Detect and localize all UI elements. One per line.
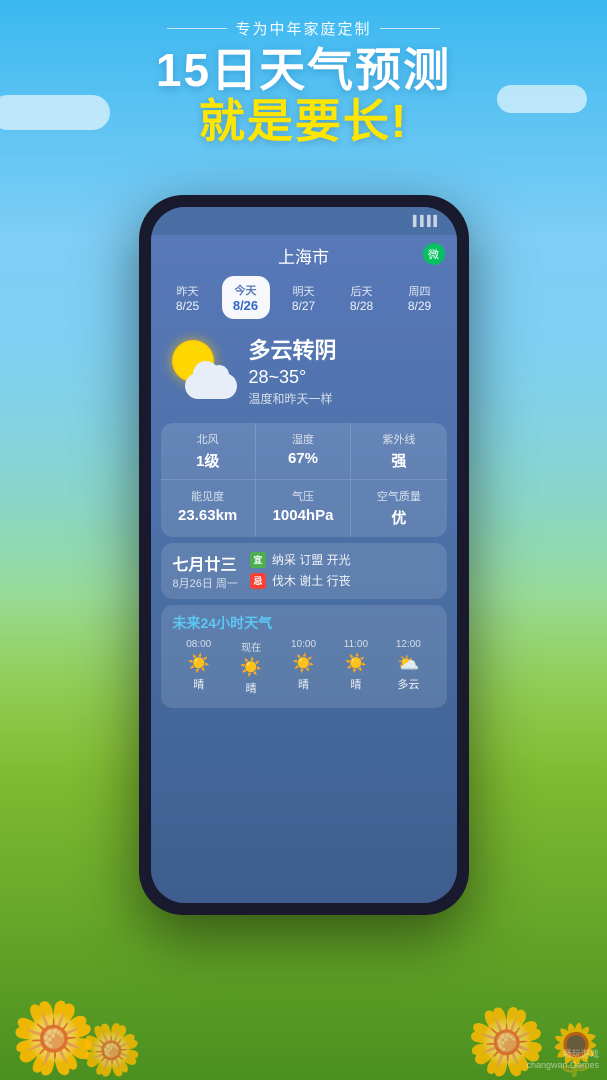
tab-yesterday[interactable]: 昨天 8/25 bbox=[164, 279, 212, 317]
stats-grid: 北风 1级 湿度 67% 紫外线 强 能见度 23.63km 气压 1004 bbox=[161, 423, 447, 537]
stat-uv-value: 强 bbox=[361, 450, 436, 471]
hour-weather-1: 晴 bbox=[225, 680, 277, 696]
main-title-2: 就是要长! bbox=[0, 96, 607, 147]
hour-weather-2: 晴 bbox=[277, 676, 329, 692]
bad-row: 忌 伐木 谢土 行丧 bbox=[250, 572, 435, 589]
hour-weather-0: 晴 bbox=[173, 676, 225, 692]
city-header: 上海市 微 bbox=[151, 235, 457, 272]
tab-thursday-date: 8/29 bbox=[404, 299, 436, 313]
stat-pressure-value: 1004hPa bbox=[266, 507, 340, 524]
weather-main: 多云转阴 28~35° 温度和昨天一样 bbox=[151, 323, 457, 417]
subtitle-line-right bbox=[380, 28, 440, 29]
future-weather: 未来24小时天气 08:00 ☀️ 晴 现在 ☀️ 晴 10:00 ☀️ bbox=[161, 605, 447, 708]
stat-wind-value: 1级 bbox=[171, 450, 245, 471]
auspicious-col: 宜 纳采 订盟 开光 忌 伐木 谢土 行丧 bbox=[250, 551, 435, 589]
tab-thursday-label: 周四 bbox=[404, 283, 436, 299]
hour-col-1: 现在 ☀️ 晴 bbox=[225, 639, 277, 700]
stat-visibility: 能见度 23.63km bbox=[161, 480, 256, 537]
hour-time-3: 11:00 bbox=[330, 639, 382, 650]
watermark: 畅玩游戏 changwan.Games bbox=[526, 1049, 599, 1072]
tab-thursday[interactable]: 周四 8/29 bbox=[396, 279, 444, 317]
hour-icon-2: ☀️ bbox=[277, 653, 329, 674]
weather-info: 多云转阴 28~35° 温度和昨天一样 bbox=[249, 333, 441, 407]
stat-humidity: 湿度 67% bbox=[256, 423, 351, 480]
hour-icon-4: ⛅ bbox=[382, 653, 434, 674]
phone-screen: ▐▐▐ ▌ 上海市 微 昨天 8/25 今天 8/26 bbox=[151, 207, 457, 903]
city-name: 上海市 bbox=[278, 248, 329, 267]
hour-icon-1: ☀️ bbox=[225, 657, 277, 678]
hour-time-4: 12:00 bbox=[382, 639, 434, 650]
calendar-section: 七月廿三 8月26日 周一 宜 纳采 订盟 开光 忌 伐木 谢土 行丧 bbox=[161, 543, 447, 599]
watermark-line2: changwan.Games bbox=[526, 1060, 599, 1072]
hour-col-2: 10:00 ☀️ 晴 bbox=[277, 639, 329, 700]
hour-col-4: 12:00 ⛅ 多云 bbox=[382, 639, 434, 700]
subtitle-line: 专为中年家庭定制 bbox=[0, 18, 607, 39]
stat-humidity-label: 湿度 bbox=[266, 431, 340, 447]
status-bar: ▐▐▐ ▌ bbox=[151, 207, 457, 235]
watermark-line1: 畅玩游戏 bbox=[526, 1049, 599, 1061]
top-section: 专为中年家庭定制 15日天气预测 就是要长! bbox=[0, 18, 607, 146]
weather-description: 多云转阴 bbox=[249, 333, 441, 365]
stat-uv: 紫外线 强 bbox=[351, 423, 446, 480]
stat-wind: 北风 1级 bbox=[161, 423, 256, 480]
status-icons: ▐▐▐ ▌ bbox=[409, 216, 440, 227]
hour-time-0: 08:00 bbox=[173, 639, 225, 650]
cloud-icon bbox=[185, 373, 237, 399]
tab-day-after-date: 8/28 bbox=[346, 299, 378, 313]
tab-day-after-label: 后天 bbox=[346, 283, 378, 299]
subtitle-text: 专为中年家庭定制 bbox=[235, 18, 371, 39]
bad-items: 伐木 谢土 行丧 bbox=[272, 572, 351, 589]
tab-tomorrow-label: 明天 bbox=[288, 283, 320, 299]
tab-tomorrow-date: 8/27 bbox=[288, 299, 320, 313]
stat-visibility-value: 23.63km bbox=[171, 507, 245, 524]
stat-air-value: 优 bbox=[361, 507, 436, 528]
subtitle-line-left bbox=[167, 28, 227, 29]
stat-air-quality: 空气质量 优 bbox=[351, 480, 446, 537]
main-title-1: 15日天气预测 bbox=[0, 45, 607, 96]
tab-yesterday-label: 昨天 bbox=[172, 283, 204, 299]
hour-time-2: 10:00 bbox=[277, 639, 329, 650]
tab-tomorrow[interactable]: 明天 8/27 bbox=[280, 279, 328, 317]
hour-time-1: 现在 bbox=[225, 639, 277, 654]
tab-today-label: 今天 bbox=[232, 282, 260, 298]
solar-date: 8月26日 周一 bbox=[173, 575, 238, 591]
lunar-day: 七月廿三 bbox=[173, 551, 238, 575]
stat-visibility-label: 能见度 bbox=[171, 488, 245, 504]
tab-today[interactable]: 今天 8/26 bbox=[222, 276, 270, 319]
hour-icon-3: ☀️ bbox=[330, 653, 382, 674]
good-items: 纳采 订盟 开光 bbox=[272, 551, 351, 568]
stat-pressure-label: 气压 bbox=[266, 488, 340, 504]
wechat-icon[interactable]: 微 bbox=[423, 243, 445, 265]
hour-weather-4: 多云 bbox=[382, 676, 434, 692]
future-weather-title: 未来24小时天气 bbox=[173, 613, 435, 633]
stat-air-label: 空气质量 bbox=[361, 488, 436, 504]
tab-today-date: 8/26 bbox=[232, 298, 260, 313]
stat-pressure: 气压 1004hPa bbox=[256, 480, 351, 537]
bad-badge: 忌 bbox=[250, 573, 266, 589]
stat-wind-label: 北风 bbox=[171, 431, 245, 447]
hour-icon-0: ☀️ bbox=[173, 653, 225, 674]
hour-col-0: 08:00 ☀️ 晴 bbox=[173, 639, 225, 700]
weather-icon-area bbox=[167, 335, 237, 405]
tab-day-after[interactable]: 后天 8/28 bbox=[338, 279, 386, 317]
hour-weather-3: 晴 bbox=[330, 676, 382, 692]
stat-uv-label: 紫外线 bbox=[361, 431, 436, 447]
good-row: 宜 纳采 订盟 开光 bbox=[250, 551, 435, 568]
hour-col-3: 11:00 ☀️ 晴 bbox=[330, 639, 382, 700]
day-tabs: 昨天 8/25 今天 8/26 明天 8/27 后天 8/28 周四 8/2 bbox=[151, 272, 457, 323]
good-badge: 宜 bbox=[250, 552, 266, 568]
weather-app: 上海市 微 昨天 8/25 今天 8/26 明天 8/27 bbox=[151, 235, 457, 903]
dandelion-2: 🌼 bbox=[80, 1021, 142, 1080]
temperature-note: 温度和昨天一样 bbox=[249, 390, 441, 407]
temperature-range: 28~35° bbox=[249, 367, 441, 388]
future-hours: 08:00 ☀️ 晴 现在 ☀️ 晴 10:00 ☀️ 晴 bbox=[173, 639, 435, 700]
tab-yesterday-date: 8/25 bbox=[172, 299, 204, 313]
phone-frame: ▐▐▐ ▌ 上海市 微 昨天 8/25 今天 8/26 bbox=[139, 195, 469, 915]
stat-humidity-value: 67% bbox=[266, 450, 340, 467]
lunar-date-col: 七月廿三 8月26日 周一 bbox=[173, 551, 238, 591]
